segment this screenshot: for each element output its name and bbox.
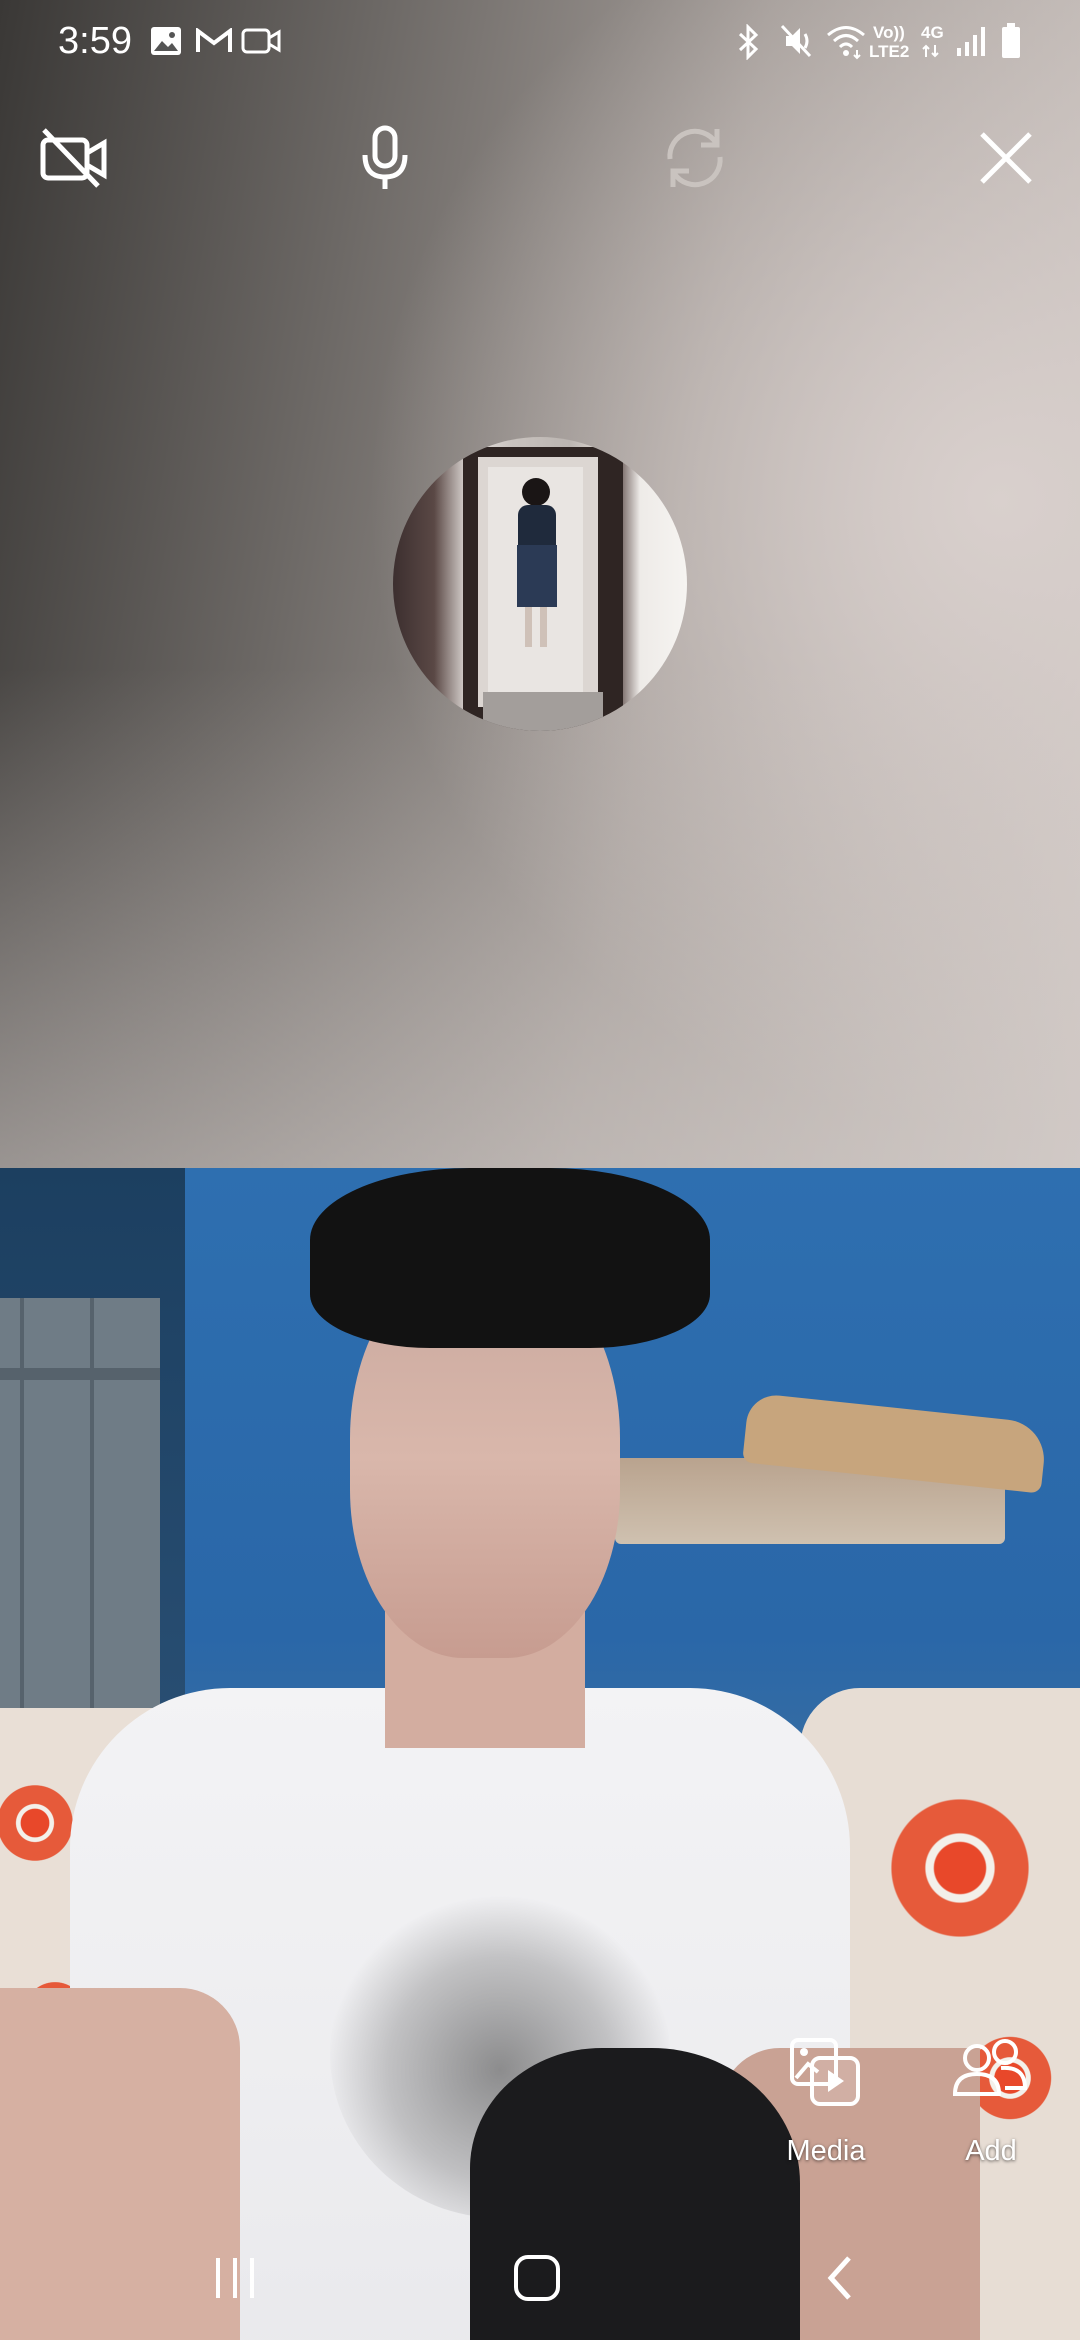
home-button[interactable] <box>477 2240 597 2320</box>
battery-icon <box>1000 22 1022 65</box>
home-icon <box>512 2253 562 2308</box>
camera-off-icon <box>38 126 110 195</box>
microphone-button[interactable] <box>345 120 425 200</box>
data-arrows-icon <box>921 44 941 63</box>
media-label: Media <box>786 2135 866 2167</box>
add-participant-button[interactable]: Add <box>921 2030 1061 2180</box>
back-button[interactable] <box>780 2240 900 2320</box>
avatar-photo <box>463 447 623 731</box>
add-label: Add <box>965 2135 1017 2167</box>
wifi-icon <box>825 22 867 65</box>
camera-off-button[interactable] <box>34 120 114 200</box>
mute-vibrate-icon <box>778 22 814 65</box>
network-label: 4G <box>921 23 944 42</box>
status-time: 3:59 <box>58 20 132 62</box>
video-camera-icon <box>241 26 281 61</box>
flip-camera-button[interactable] <box>655 120 735 200</box>
recents-icon <box>212 2256 258 2305</box>
image-icon <box>150 26 182 61</box>
media-icon <box>788 2034 864 2115</box>
close-icon <box>978 130 1034 191</box>
microphone-icon <box>359 125 411 196</box>
recents-button[interactable] <box>175 2240 295 2320</box>
volte-label: Vo)) <box>873 23 905 42</box>
contact-avatar <box>393 437 687 731</box>
lte-label: LTE2 <box>869 42 910 61</box>
signal-icon <box>955 24 987 63</box>
add-people-icon <box>951 2038 1031 2113</box>
flip-camera-icon <box>660 123 730 198</box>
status-bar: 3:59 Vo)) LTE2 4G <box>0 0 1080 86</box>
navigation-bar <box>0 2220 1080 2340</box>
gmail-icon <box>196 27 232 59</box>
end-call-button[interactable] <box>966 120 1046 200</box>
media-button[interactable]: Media <box>756 2030 896 2180</box>
call-controls <box>0 120 1080 200</box>
person-hair <box>310 1168 710 1348</box>
bluetooth-icon <box>735 23 763 65</box>
self-video-view <box>0 1168 1080 2340</box>
back-icon <box>823 2254 857 2307</box>
